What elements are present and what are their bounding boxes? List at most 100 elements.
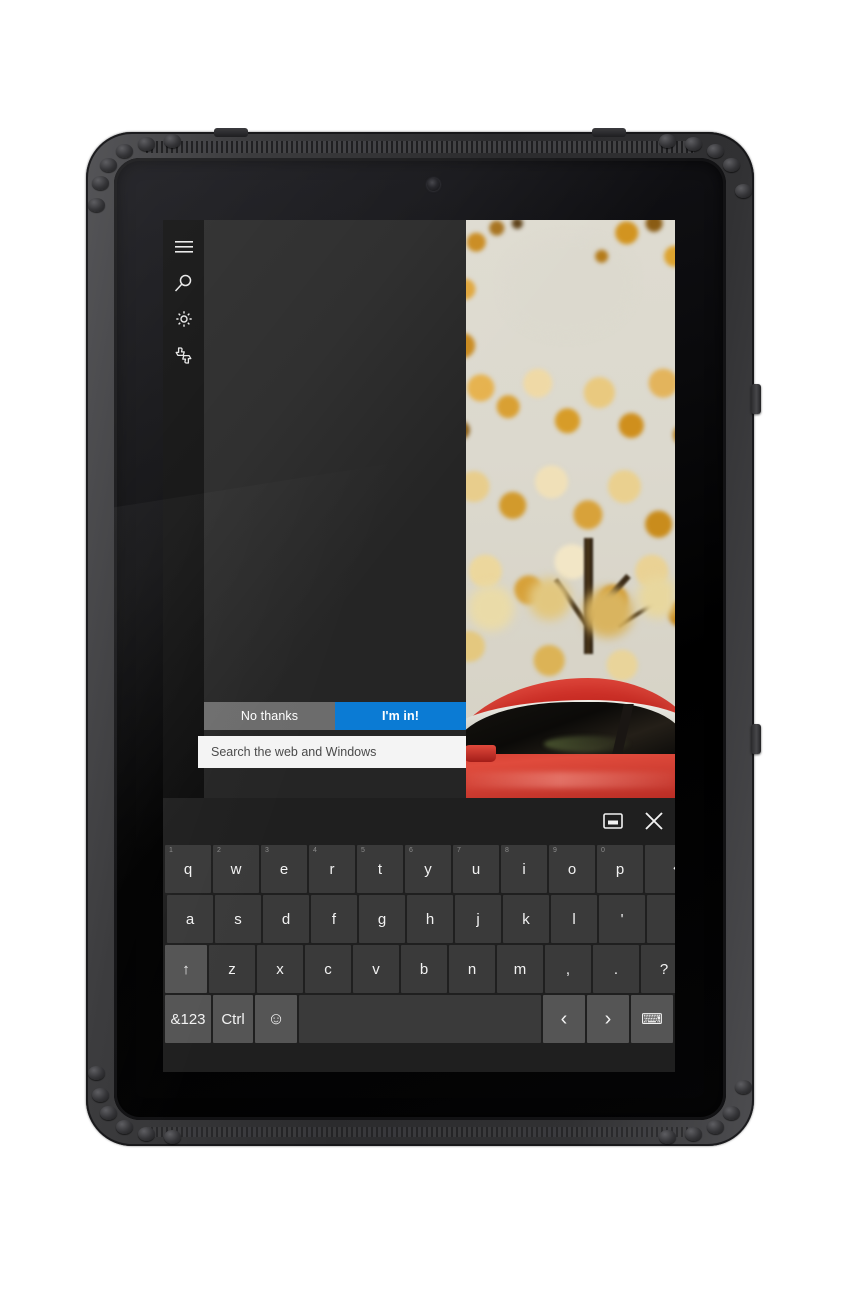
key-z[interactable]: z bbox=[209, 945, 255, 993]
key-label: ? bbox=[659, 960, 669, 978]
backspace-icon: ⌫ bbox=[673, 860, 675, 878]
backspace-key[interactable]: ⌫ bbox=[645, 845, 675, 893]
car-body-highlight bbox=[466, 772, 675, 788]
next-suggestion-key[interactable]: › bbox=[587, 995, 629, 1043]
key-r[interactable]: 4 r bbox=[309, 845, 355, 893]
wallpaper-red-car bbox=[466, 646, 675, 798]
bumper-nub bbox=[116, 144, 133, 158]
key-x[interactable]: x bbox=[257, 945, 303, 993]
cortana-prompt-buttons: No thanks I'm in! bbox=[204, 702, 466, 730]
no-thanks-button[interactable]: No thanks bbox=[204, 702, 335, 730]
key-f[interactable]: f bbox=[311, 895, 357, 943]
search-placeholder: Search the web and Windows bbox=[211, 745, 377, 759]
prev-suggestion-key[interactable]: ‹ bbox=[543, 995, 585, 1043]
bumper-nub bbox=[100, 158, 117, 172]
key-label: x bbox=[276, 960, 284, 978]
bumper-nub bbox=[116, 1120, 133, 1134]
key-h[interactable]: h bbox=[407, 895, 453, 943]
key-apostrophe[interactable]: ' bbox=[599, 895, 645, 943]
key-label: q bbox=[183, 860, 193, 878]
ctrl-key[interactable]: Ctrl bbox=[213, 995, 253, 1043]
shift-icon: ↑ bbox=[182, 960, 190, 978]
key-label: Ctrl bbox=[221, 1010, 245, 1028]
tablet-screen-glass: No thanks I'm in! Search the web and Win… bbox=[114, 158, 726, 1120]
key-y[interactable]: 6 y bbox=[405, 845, 451, 893]
feedback-icon[interactable] bbox=[163, 340, 204, 370]
key-b[interactable]: b bbox=[401, 945, 447, 993]
power-button[interactable] bbox=[751, 384, 761, 414]
key-d[interactable]: d bbox=[263, 895, 309, 943]
key-n[interactable]: n bbox=[449, 945, 495, 993]
key-j[interactable]: j bbox=[455, 895, 501, 943]
search-icon[interactable] bbox=[163, 268, 204, 298]
key-label: , bbox=[565, 960, 571, 978]
key-label: y bbox=[424, 860, 432, 878]
key-label: u bbox=[471, 860, 481, 878]
key-c[interactable]: c bbox=[305, 945, 351, 993]
symbols-key[interactable]: &123 bbox=[165, 995, 211, 1043]
key-s[interactable]: s bbox=[215, 895, 261, 943]
search-input[interactable]: Search the web and Windows bbox=[198, 736, 466, 768]
key-label: e bbox=[279, 860, 289, 878]
key-e[interactable]: 3 e bbox=[261, 845, 307, 893]
key-m[interactable]: m bbox=[497, 945, 543, 993]
key-label: i bbox=[522, 860, 526, 878]
key-w[interactable]: 2 w bbox=[213, 845, 259, 893]
close-icon[interactable] bbox=[641, 808, 667, 834]
key-label: t bbox=[377, 860, 383, 878]
enter-key[interactable]: ↵ bbox=[647, 895, 675, 943]
keyboard-toolbar bbox=[163, 798, 675, 845]
hide-keyboard-key[interactable]: ⌨ bbox=[631, 995, 673, 1043]
key-u[interactable]: 7 u bbox=[453, 845, 499, 893]
top-button-left[interactable] bbox=[214, 128, 248, 137]
screenshot-root: No thanks I'm in! Search the web and Win… bbox=[0, 0, 860, 1290]
key-question[interactable]: ? bbox=[641, 945, 675, 993]
key-t[interactable]: 5 t bbox=[357, 845, 403, 893]
bumper-nub bbox=[659, 1130, 676, 1144]
key-label: b bbox=[419, 960, 429, 978]
key-i[interactable]: 8 i bbox=[501, 845, 547, 893]
bumper-nub bbox=[723, 1106, 740, 1120]
bumper-nub bbox=[100, 1106, 117, 1120]
key-label: n bbox=[467, 960, 477, 978]
im-in-button[interactable]: I'm in! bbox=[335, 702, 466, 730]
keyboard-row-3: ↑ z x c v b n m , . ? ↑ bbox=[164, 945, 675, 993]
keyboard-icon: ⌨ bbox=[641, 1011, 663, 1028]
shift-key-left[interactable]: ↑ bbox=[165, 945, 207, 993]
key-hint: 4 bbox=[313, 847, 317, 854]
front-camera bbox=[427, 178, 440, 191]
key-label: v bbox=[372, 960, 380, 978]
key-label: a bbox=[185, 910, 195, 928]
display-area: No thanks I'm in! Search the web and Win… bbox=[163, 220, 675, 1072]
key-hint: 2 bbox=[217, 847, 221, 854]
key-q[interactable]: 1 q bbox=[165, 845, 211, 893]
dock-undock-icon[interactable] bbox=[600, 808, 626, 834]
key-label: o bbox=[567, 860, 577, 878]
tablet-device: No thanks I'm in! Search the web and Win… bbox=[86, 128, 761, 1146]
key-period[interactable]: . bbox=[593, 945, 639, 993]
key-l[interactable]: l bbox=[551, 895, 597, 943]
emoji-key[interactable]: ☺ bbox=[255, 995, 297, 1043]
key-g[interactable]: g bbox=[359, 895, 405, 943]
cortana-icon-rail bbox=[163, 220, 204, 798]
key-label: ' bbox=[620, 910, 624, 928]
space-key[interactable] bbox=[299, 995, 541, 1043]
key-a[interactable]: a bbox=[167, 895, 213, 943]
key-label: f bbox=[331, 910, 337, 928]
volume-button[interactable] bbox=[751, 724, 761, 754]
key-comma[interactable]: , bbox=[545, 945, 591, 993]
hamburger-menu-icon[interactable] bbox=[163, 232, 204, 262]
key-hint: 3 bbox=[265, 847, 269, 854]
key-label: h bbox=[425, 910, 435, 928]
key-o[interactable]: 9 o bbox=[549, 845, 595, 893]
gear-icon[interactable] bbox=[163, 304, 204, 334]
bumper-ribs-bottom bbox=[146, 1127, 694, 1137]
key-v[interactable]: v bbox=[353, 945, 399, 993]
key-p[interactable]: 0 p bbox=[597, 845, 643, 893]
key-k[interactable]: k bbox=[503, 895, 549, 943]
key-label: r bbox=[329, 860, 335, 878]
top-button-right[interactable] bbox=[592, 128, 626, 137]
bumper-nub bbox=[735, 184, 752, 198]
key-hint: 8 bbox=[505, 847, 509, 854]
bumper-nub bbox=[685, 137, 702, 151]
